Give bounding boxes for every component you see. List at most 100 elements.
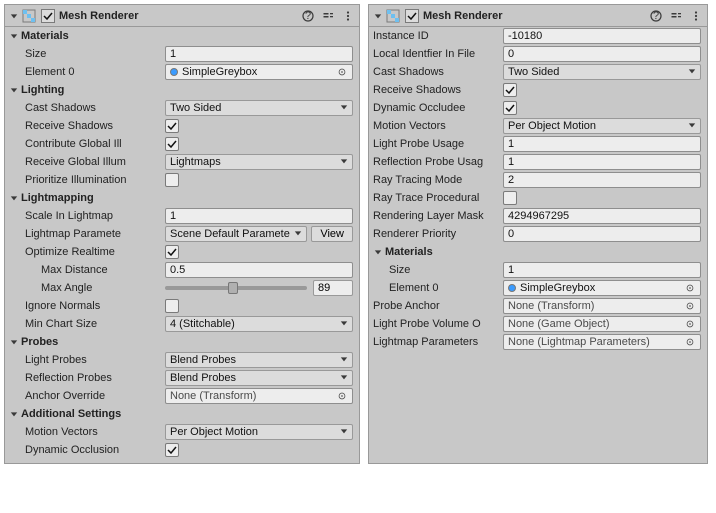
- row-size-r: Size 1: [369, 261, 707, 279]
- foldout-icon[interactable]: [373, 11, 383, 21]
- max-distance-input[interactable]: 0.5: [165, 262, 353, 278]
- lightmap-params-dropdown[interactable]: Scene Default Paramete: [165, 226, 307, 242]
- row-dynamic-occlusion: Dynamic Occlusion: [5, 441, 359, 459]
- cast-shadows-dropdown[interactable]: Two Sided: [503, 64, 701, 80]
- element0-field[interactable]: SimpleGreybox: [503, 280, 701, 296]
- object-picker-icon[interactable]: [684, 336, 696, 348]
- help-icon[interactable]: [649, 9, 663, 23]
- row-rendering-layer-mask: Rendering Layer Mask 4294967295: [369, 207, 707, 225]
- object-picker-icon[interactable]: [684, 318, 696, 330]
- section-additional[interactable]: Additional Settings: [5, 405, 359, 423]
- preset-icon[interactable]: [321, 9, 335, 23]
- dynamic-occludee-checkbox[interactable]: [503, 101, 517, 115]
- section-lightmapping[interactable]: Lightmapping: [5, 189, 359, 207]
- row-min-chart: Min Chart Size 4 (Stitchable): [5, 315, 359, 333]
- row-renderer-priority: Renderer Priority 0: [369, 225, 707, 243]
- max-angle-slider[interactable]: 89: [165, 280, 353, 296]
- row-max-distance: Max Distance 0.5: [5, 261, 359, 279]
- menu-icon[interactable]: [689, 9, 703, 23]
- element0-field[interactable]: SimpleGreybox: [165, 64, 353, 80]
- section-materials-r[interactable]: Materials: [369, 243, 707, 261]
- row-ignore-normals: Ignore Normals: [5, 297, 359, 315]
- object-picker-icon[interactable]: [336, 390, 348, 402]
- object-picker-icon[interactable]: [684, 282, 696, 294]
- row-light-probe-usage: Light Probe Usage 1: [369, 135, 707, 153]
- anchor-override-field[interactable]: None (Transform): [165, 388, 353, 404]
- renderer-priority-input[interactable]: 0: [503, 226, 701, 242]
- row-reflection-probes: Reflection Probes Blend Probes: [5, 369, 359, 387]
- receive-gi-dropdown[interactable]: Lightmaps: [165, 154, 353, 170]
- enable-checkbox[interactable]: [41, 9, 55, 23]
- row-local-id: Local Identfier In File 0: [369, 45, 707, 63]
- row-reflection-probe-usage: Reflection Probe Usag 1: [369, 153, 707, 171]
- chevron-down-icon: [340, 102, 348, 114]
- local-id-input[interactable]: 0: [503, 46, 701, 62]
- receive-shadows-checkbox[interactable]: [165, 119, 179, 133]
- receive-shadows-checkbox[interactable]: [503, 83, 517, 97]
- section-probes[interactable]: Probes: [5, 333, 359, 351]
- row-lightmap-params-r: Lightmap Parameters None (Lightmap Param…: [369, 333, 707, 351]
- row-optimize: Optimize Realtime: [5, 243, 359, 261]
- row-prioritize: Prioritize Illumination: [5, 171, 359, 189]
- row-contribute-gi: Contribute Global Ill: [5, 135, 359, 153]
- light-probe-volume-field[interactable]: None (Game Object): [503, 316, 701, 332]
- foldout-icon[interactable]: [9, 11, 19, 21]
- cast-shadows-dropdown[interactable]: Two Sided: [165, 100, 353, 116]
- view-button[interactable]: View: [311, 226, 353, 242]
- ray-trace-procedural-checkbox[interactable]: [503, 191, 517, 205]
- object-picker-icon[interactable]: [684, 300, 696, 312]
- inspector-panel-right: Mesh Renderer Instance ID -10180 Local I…: [368, 4, 708, 464]
- menu-icon[interactable]: [341, 9, 355, 23]
- ray-tracing-mode-input[interactable]: 2: [503, 172, 701, 188]
- row-motion-vectors: Motion Vectors Per Object Motion: [5, 423, 359, 441]
- scale-input[interactable]: 1: [165, 208, 353, 224]
- optimize-checkbox[interactable]: [165, 245, 179, 259]
- row-cast-shadows-r: Cast Shadows Two Sided: [369, 63, 707, 81]
- row-anchor-override: Anchor Override None (Transform): [5, 387, 359, 405]
- section-materials[interactable]: Materials: [5, 27, 359, 45]
- row-max-angle: Max Angle 89: [5, 279, 359, 297]
- material-dot-icon: [170, 68, 178, 76]
- row-ray-tracing-mode: Ray Tracing Mode 2: [369, 171, 707, 189]
- row-scale-lightmap: Scale In Lightmap 1: [5, 207, 359, 225]
- motion-vectors-dropdown[interactable]: Per Object Motion: [503, 118, 701, 134]
- component-header: Mesh Renderer: [369, 5, 707, 27]
- motion-vectors-dropdown[interactable]: Per Object Motion: [165, 424, 353, 440]
- row-element0: Element 0 SimpleGreybox: [5, 63, 359, 81]
- inspector-panel-left: Mesh Renderer Materials Size 1 Element 0…: [4, 4, 360, 464]
- row-receive-gi: Receive Global Illum Lightmaps: [5, 153, 359, 171]
- ignore-normals-checkbox[interactable]: [165, 299, 179, 313]
- component-title: Mesh Renderer: [59, 10, 301, 22]
- prioritize-checkbox[interactable]: [165, 173, 179, 187]
- rendering-layer-mask-input[interactable]: 4294967295: [503, 208, 701, 224]
- light-probes-dropdown[interactable]: Blend Probes: [165, 352, 353, 368]
- row-receive-shadows: Receive Shadows: [5, 117, 359, 135]
- light-probe-usage-input[interactable]: 1: [503, 136, 701, 152]
- max-angle-value[interactable]: 89: [313, 280, 353, 296]
- row-probe-anchor: Probe Anchor None (Transform): [369, 297, 707, 315]
- component-title: Mesh Renderer: [423, 10, 649, 22]
- row-receive-shadows-r: Receive Shadows: [369, 81, 707, 99]
- reflection-probes-dropdown[interactable]: Blend Probes: [165, 370, 353, 386]
- help-icon[interactable]: [301, 9, 315, 23]
- reflection-probe-usage-input[interactable]: 1: [503, 154, 701, 170]
- contribute-gi-checkbox[interactable]: [165, 137, 179, 151]
- row-ray-trace-procedural: Ray Trace Procedural: [369, 189, 707, 207]
- row-instance-id: Instance ID -10180: [369, 27, 707, 45]
- lightmap-params-field[interactable]: None (Lightmap Parameters): [503, 334, 701, 350]
- row-cast-shadows: Cast Shadows Two Sided: [5, 99, 359, 117]
- preset-icon[interactable]: [669, 9, 683, 23]
- row-light-probes: Light Probes Blend Probes: [5, 351, 359, 369]
- row-dynamic-occludee: Dynamic Occludee: [369, 99, 707, 117]
- min-chart-dropdown[interactable]: 4 (Stitchable): [165, 316, 353, 332]
- section-lighting[interactable]: Lighting: [5, 81, 359, 99]
- dynamic-occlusion-checkbox[interactable]: [165, 443, 179, 457]
- row-lightmap-params: Lightmap Paramete Scene Default Paramete…: [5, 225, 359, 243]
- enable-checkbox[interactable]: [405, 9, 419, 23]
- size-input[interactable]: 1: [165, 46, 353, 62]
- size-input[interactable]: 1: [503, 262, 701, 278]
- probe-anchor-field[interactable]: None (Transform): [503, 298, 701, 314]
- object-picker-icon[interactable]: [336, 66, 348, 78]
- material-dot-icon: [508, 284, 516, 292]
- instance-id-input[interactable]: -10180: [503, 28, 701, 44]
